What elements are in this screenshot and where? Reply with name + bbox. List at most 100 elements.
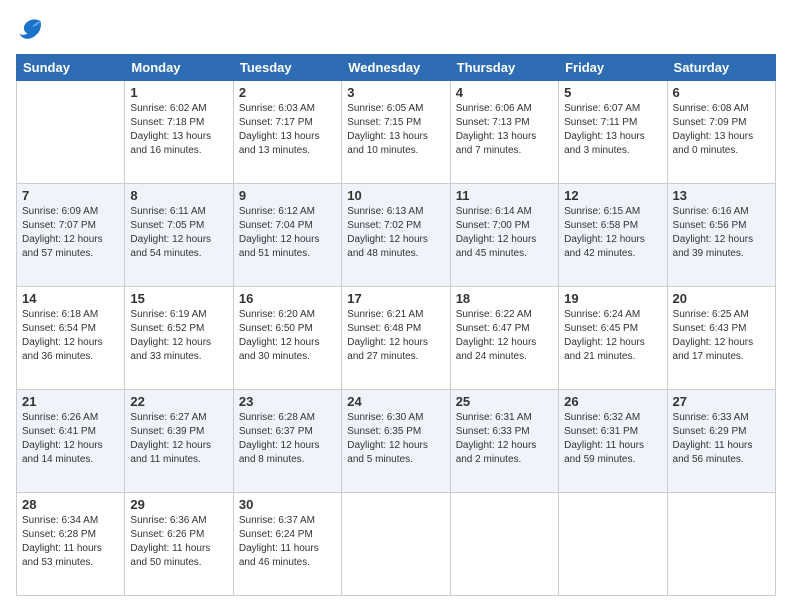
cell-info: Sunrise: 6:21 AMSunset: 6:48 PMDaylight:… (347, 308, 444, 364)
weekday-header-tuesday: Tuesday (233, 55, 341, 81)
calendar-cell: 30 Sunrise: 6:37 AMSunset: 6:24 PMDayligh… (233, 493, 341, 596)
cell-info: Sunrise: 6:19 AMSunset: 6:52 PMDaylight:… (130, 308, 227, 364)
calendar-cell: 3 Sunrise: 6:05 AMSunset: 7:15 PMDaylight… (342, 81, 450, 184)
calendar-cell: 29Sunrise: 6:36 AMSunset: 6:26 PMDayligh… (125, 493, 233, 596)
cell-info: Sunrise: 6:34 AMSunset: 6:28 PMDaylight:… (22, 514, 119, 570)
cell-info: Sunrise: 6:28 AMSunset: 6:37 PMDaylight:… (239, 411, 336, 467)
weekday-header-sunday: Sunday (17, 55, 125, 81)
cell-info: Sunrise: 6:37 AMSunset: 6:24 PMDaylight:… (239, 514, 336, 570)
day-number: 20 (673, 291, 770, 306)
weekday-header-saturday: Saturday (667, 55, 775, 81)
calendar-cell (667, 493, 775, 596)
calendar-cell: 6Sunrise: 6:08 AMSunset: 7:09 PMDaylight… (667, 81, 775, 184)
day-number: 6 (673, 85, 770, 100)
day-number: 1 (130, 85, 227, 100)
calendar-cell (17, 81, 125, 184)
calendar-week-row: 21 Sunrise: 6:26 AMSunset: 6:41 PMDayligh… (17, 390, 776, 493)
cell-info: Sunrise: 6:24 AMSunset: 6:45 PMDaylight:… (564, 308, 661, 364)
day-number: 4 (456, 85, 553, 100)
calendar-week-row: 7 Sunrise: 6:09 AMSunset: 7:07 PMDaylight… (17, 184, 776, 287)
cell-info: Sunrise: 6:05 AMSunset: 7:15 PMDaylight:… (347, 102, 444, 158)
day-number: 18 (456, 291, 553, 306)
cell-info: Sunrise: 6:30 AMSunset: 6:35 PMDaylight:… (347, 411, 444, 467)
day-number: 7 (22, 188, 119, 203)
day-number: 13 (673, 188, 770, 203)
day-number: 30 (239, 497, 336, 512)
calendar-week-row: 14Sunrise: 6:18 AMSunset: 6:54 PMDayligh… (17, 287, 776, 390)
weekday-header-friday: Friday (559, 55, 667, 81)
calendar-cell: 19Sunrise: 6:24 AMSunset: 6:45 PMDayligh… (559, 287, 667, 390)
calendar-cell: 10 Sunrise: 6:13 AMSunset: 7:02 PMDayligh… (342, 184, 450, 287)
day-number: 27 (673, 394, 770, 409)
cell-info: Sunrise: 6:02 AMSunset: 7:18 PMDaylight:… (130, 102, 227, 158)
header (16, 16, 776, 44)
day-number: 10 (347, 188, 444, 203)
cell-info: Sunrise: 6:25 AMSunset: 6:43 PMDaylight:… (673, 308, 770, 364)
calendar-cell (450, 493, 558, 596)
weekday-header-wednesday: Wednesday (342, 55, 450, 81)
calendar-cell: 15 Sunrise: 6:19 AMSunset: 6:52 PMDayligh… (125, 287, 233, 390)
cell-info: Sunrise: 6:09 AMSunset: 7:07 PMDaylight:… (22, 205, 119, 261)
day-number: 29 (130, 497, 227, 512)
cell-info: Sunrise: 6:11 AMSunset: 7:05 PMDaylight:… (130, 205, 227, 261)
calendar-cell: 5Sunrise: 6:07 AMSunset: 7:11 PMDaylight… (559, 81, 667, 184)
cell-info: Sunrise: 6:12 AMSunset: 7:04 PMDaylight:… (239, 205, 336, 261)
calendar-cell: 25 Sunrise: 6:31 AMSunset: 6:33 PMDayligh… (450, 390, 558, 493)
calendar-cell: 26 Sunrise: 6:32 AMSunset: 6:31 PMDayligh… (559, 390, 667, 493)
calendar-cell: 20 Sunrise: 6:25 AMSunset: 6:43 PMDayligh… (667, 287, 775, 390)
logo-icon (16, 16, 44, 44)
day-number: 2 (239, 85, 336, 100)
cell-info: Sunrise: 6:15 AMSunset: 6:58 PMDaylight:… (564, 205, 661, 261)
day-number: 5 (564, 85, 661, 100)
cell-info: Sunrise: 6:03 AMSunset: 7:17 PMDaylight:… (239, 102, 336, 158)
cell-info: Sunrise: 6:32 AMSunset: 6:31 PMDaylight:… (564, 411, 661, 467)
calendar-cell (342, 493, 450, 596)
weekday-header-thursday: Thursday (450, 55, 558, 81)
day-number: 22 (130, 394, 227, 409)
day-number: 21 (22, 394, 119, 409)
calendar-cell: 12Sunrise: 6:15 AMSunset: 6:58 PMDayligh… (559, 184, 667, 287)
day-number: 8 (130, 188, 227, 203)
calendar-cell (559, 493, 667, 596)
calendar-cell: 21 Sunrise: 6:26 AMSunset: 6:41 PMDayligh… (17, 390, 125, 493)
calendar-header-row: SundayMondayTuesdayWednesdayThursdayFrid… (17, 55, 776, 81)
day-number: 14 (22, 291, 119, 306)
calendar-cell: 9 Sunrise: 6:12 AMSunset: 7:04 PMDaylight… (233, 184, 341, 287)
weekday-header-monday: Monday (125, 55, 233, 81)
calendar-cell: 14Sunrise: 6:18 AMSunset: 6:54 PMDayligh… (17, 287, 125, 390)
page: SundayMondayTuesdayWednesdayThursdayFrid… (0, 0, 792, 612)
cell-info: Sunrise: 6:31 AMSunset: 6:33 PMDaylight:… (456, 411, 553, 467)
calendar-cell: 16Sunrise: 6:20 AMSunset: 6:50 PMDayligh… (233, 287, 341, 390)
calendar-cell: 8 Sunrise: 6:11 AMSunset: 7:05 PMDaylight… (125, 184, 233, 287)
calendar-cell: 24 Sunrise: 6:30 AMSunset: 6:35 PMDayligh… (342, 390, 450, 493)
calendar-cell: 1 Sunrise: 6:02 AMSunset: 7:18 PMDaylight… (125, 81, 233, 184)
day-number: 15 (130, 291, 227, 306)
calendar-cell: 28 Sunrise: 6:34 AMSunset: 6:28 PMDayligh… (17, 493, 125, 596)
cell-info: Sunrise: 6:22 AMSunset: 6:47 PMDaylight:… (456, 308, 553, 364)
calendar-cell: 18 Sunrise: 6:22 AMSunset: 6:47 PMDayligh… (450, 287, 558, 390)
day-number: 24 (347, 394, 444, 409)
calendar-cell: 23 Sunrise: 6:28 AMSunset: 6:37 PMDayligh… (233, 390, 341, 493)
day-number: 9 (239, 188, 336, 203)
calendar-cell: 4 Sunrise: 6:06 AMSunset: 7:13 PMDaylight… (450, 81, 558, 184)
logo (16, 16, 48, 44)
day-number: 23 (239, 394, 336, 409)
day-number: 17 (347, 291, 444, 306)
cell-info: Sunrise: 6:26 AMSunset: 6:41 PMDaylight:… (22, 411, 119, 467)
calendar-table: SundayMondayTuesdayWednesdayThursdayFrid… (16, 54, 776, 596)
day-number: 3 (347, 85, 444, 100)
calendar-cell: 2 Sunrise: 6:03 AMSunset: 7:17 PMDaylight… (233, 81, 341, 184)
cell-info: Sunrise: 6:06 AMSunset: 7:13 PMDaylight:… (456, 102, 553, 158)
day-number: 26 (564, 394, 661, 409)
cell-info: Sunrise: 6:14 AMSunset: 7:00 PMDaylight:… (456, 205, 553, 261)
cell-info: Sunrise: 6:20 AMSunset: 6:50 PMDaylight:… (239, 308, 336, 364)
cell-info: Sunrise: 6:13 AMSunset: 7:02 PMDaylight:… (347, 205, 444, 261)
day-number: 28 (22, 497, 119, 512)
calendar-cell: 11Sunrise: 6:14 AMSunset: 7:00 PMDayligh… (450, 184, 558, 287)
day-number: 25 (456, 394, 553, 409)
cell-info: Sunrise: 6:27 AMSunset: 6:39 PMDaylight:… (130, 411, 227, 467)
calendar-week-row: 28 Sunrise: 6:34 AMSunset: 6:28 PMDayligh… (17, 493, 776, 596)
calendar-cell: 13 Sunrise: 6:16 AMSunset: 6:56 PMDayligh… (667, 184, 775, 287)
cell-info: Sunrise: 6:33 AMSunset: 6:29 PMDaylight:… (673, 411, 770, 467)
cell-info: Sunrise: 6:16 AMSunset: 6:56 PMDaylight:… (673, 205, 770, 261)
